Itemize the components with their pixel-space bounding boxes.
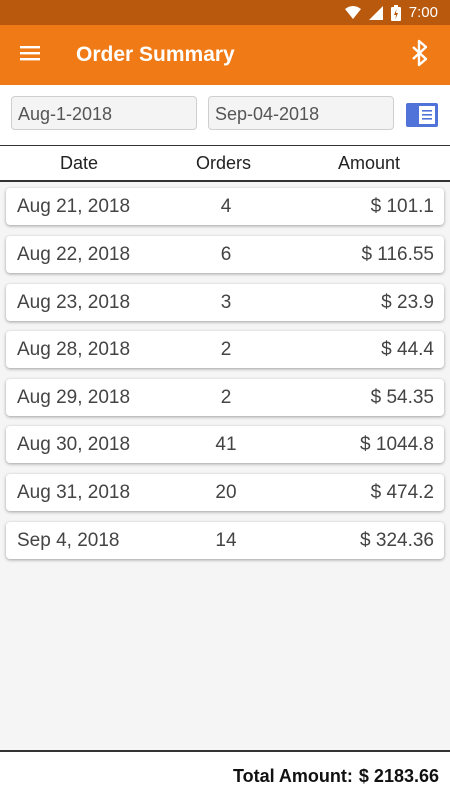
row-orders: 2 — [220, 339, 232, 360]
status-time: 7:00 — [408, 4, 438, 21]
row-orders: 20 — [215, 482, 237, 503]
bluetooth-button[interactable] — [390, 25, 450, 85]
row-amount: $ 44.4 — [381, 339, 434, 360]
table-row[interactable]: Aug 28, 2018 2 $ 44.4 — [6, 331, 444, 368]
row-orders: 4 — [220, 196, 232, 217]
menu-button[interactable] — [0, 25, 60, 85]
row-date: Aug 30, 2018 — [17, 434, 131, 455]
row-orders: 14 — [215, 530, 237, 551]
header-orders: Orders — [196, 153, 252, 173]
bluetooth-icon — [411, 39, 429, 72]
row-date: Aug 23, 2018 — [17, 292, 131, 313]
row-amount: $ 101.1 — [370, 196, 434, 217]
battery-icon — [390, 4, 401, 21]
table-row[interactable]: Aug 22, 2018 6 $ 116.55 — [6, 236, 444, 273]
row-date: Aug 28, 2018 — [17, 339, 131, 360]
table-header: Date Orders Amount — [0, 145, 450, 182]
list-view-icon — [406, 103, 438, 131]
apply-filter-button[interactable] — [406, 103, 438, 127]
row-date: Sep 4, 2018 — [17, 530, 120, 551]
row-amount: $ 1044.8 — [360, 434, 434, 455]
header-date: Date — [60, 153, 99, 173]
header-amount: Amount — [338, 153, 401, 173]
table-row[interactable]: Aug 30, 2018 41 $ 1044.8 — [6, 426, 444, 463]
row-amount: $ 324.36 — [360, 530, 434, 551]
row-orders: 3 — [220, 292, 232, 313]
table-row[interactable]: Aug 29, 2018 2 $ 54.35 — [6, 379, 444, 416]
row-date: Aug 22, 2018 — [17, 244, 131, 265]
to-date-field[interactable]: Sep-04-2018 — [208, 96, 394, 130]
row-amount: $ 23.9 — [381, 292, 434, 313]
table-row[interactable]: Sep 4, 2018 14 $ 324.36 — [6, 522, 444, 559]
row-date: Aug 21, 2018 — [17, 196, 131, 217]
total-label: Total Amount: — [232, 765, 353, 786]
row-orders: 2 — [220, 387, 232, 408]
wifi-icon — [344, 5, 361, 20]
table-row[interactable]: Aug 31, 2018 20 $ 474.2 — [6, 474, 444, 511]
row-amount: $ 54.35 — [370, 387, 434, 408]
row-orders: 6 — [220, 244, 232, 265]
row-amount: $ 116.55 — [361, 244, 434, 265]
row-orders: 41 — [215, 434, 237, 455]
row-date: Aug 29, 2018 — [17, 387, 131, 408]
app-bar: Order Summary — [0, 25, 450, 85]
hamburger-menu-icon — [20, 45, 40, 66]
from-date-field[interactable]: Aug-1-2018 — [11, 96, 197, 130]
row-date: Aug 31, 2018 — [17, 482, 131, 503]
row-amount: $ 474.2 — [370, 482, 434, 503]
signal-icon — [368, 5, 383, 20]
date-filter-bar: Aug-1-2018 Sep-04-2018 — [0, 85, 450, 145]
status-bar: 7:00 — [0, 0, 450, 25]
total-footer: Total Amount: $ 2183.66 — [0, 750, 450, 800]
table-row[interactable]: Aug 21, 2018 4 $ 101.1 — [6, 188, 444, 225]
table-row[interactable]: Aug 23, 2018 3 $ 23.9 — [6, 284, 444, 321]
page-title: Order Summary — [76, 43, 235, 66]
total-value: $ 2183.66 — [358, 765, 439, 786]
